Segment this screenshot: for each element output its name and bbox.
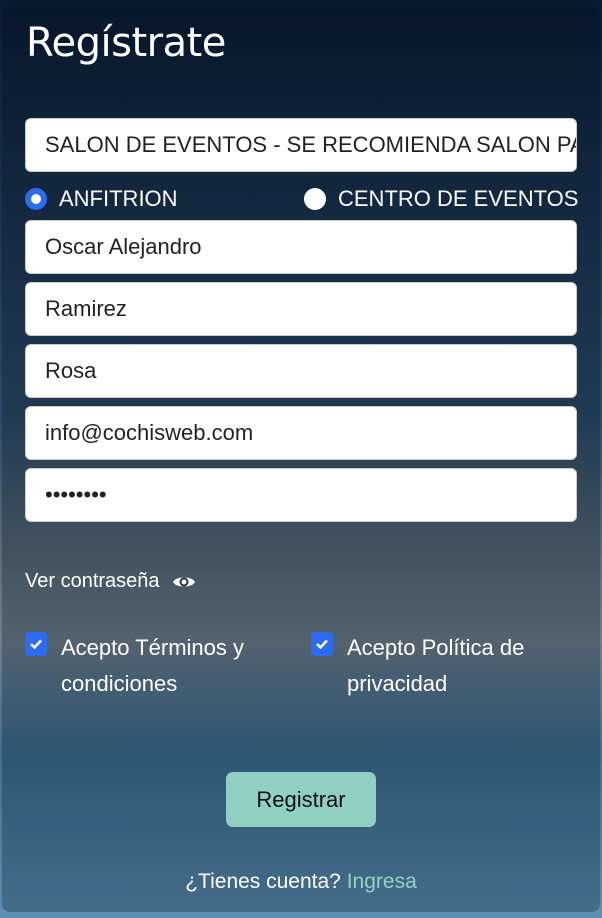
first-name-input[interactable]: Oscar Alejandro [25, 220, 577, 274]
login-link[interactable]: Ingresa [347, 870, 417, 893]
page-title: Regístrate [26, 20, 226, 66]
checkbox-checked-icon [25, 632, 47, 656]
last-name-input[interactable]: Ramirez [25, 282, 577, 336]
password-input[interactable]: •••••••• [25, 468, 577, 522]
privacy-checkbox[interactable]: Acepto Política de privacidad [311, 630, 571, 702]
email-input[interactable]: info@cochisweb.com [25, 406, 577, 460]
radio-unselected-icon [304, 188, 326, 210]
terms-label: Acepto Términos y condiciones [61, 635, 245, 696]
radio-centro-eventos[interactable]: CENTRO DE EVENTOS [304, 186, 578, 212]
show-password-toggle[interactable]: Ver contraseña [25, 570, 196, 593]
eye-icon [172, 577, 195, 586]
second-last-name-input[interactable]: Rosa [25, 344, 577, 398]
radio-label: ANFITRION [59, 186, 178, 211]
radio-anfitrion[interactable]: ANFITRION [25, 186, 178, 212]
radio-label: CENTRO DE EVENTOS [338, 186, 579, 211]
register-button[interactable]: Registrar [226, 772, 376, 827]
login-prompt-text: ¿Tienes cuenta? [185, 870, 341, 893]
checkbox-checked-icon [311, 632, 333, 656]
show-password-label: Ver contraseña [25, 570, 160, 592]
terms-checkbox[interactable]: Acepto Términos y condiciones [25, 630, 295, 702]
venue-type-select[interactable]: SALON DE EVENTOS - SE RECOMIENDA SALON P… [25, 118, 577, 172]
radio-selected-icon [25, 188, 47, 210]
privacy-label: Acepto Política de privacidad [347, 635, 525, 696]
login-prompt: ¿Tienes cuenta? Ingresa [0, 870, 602, 894]
